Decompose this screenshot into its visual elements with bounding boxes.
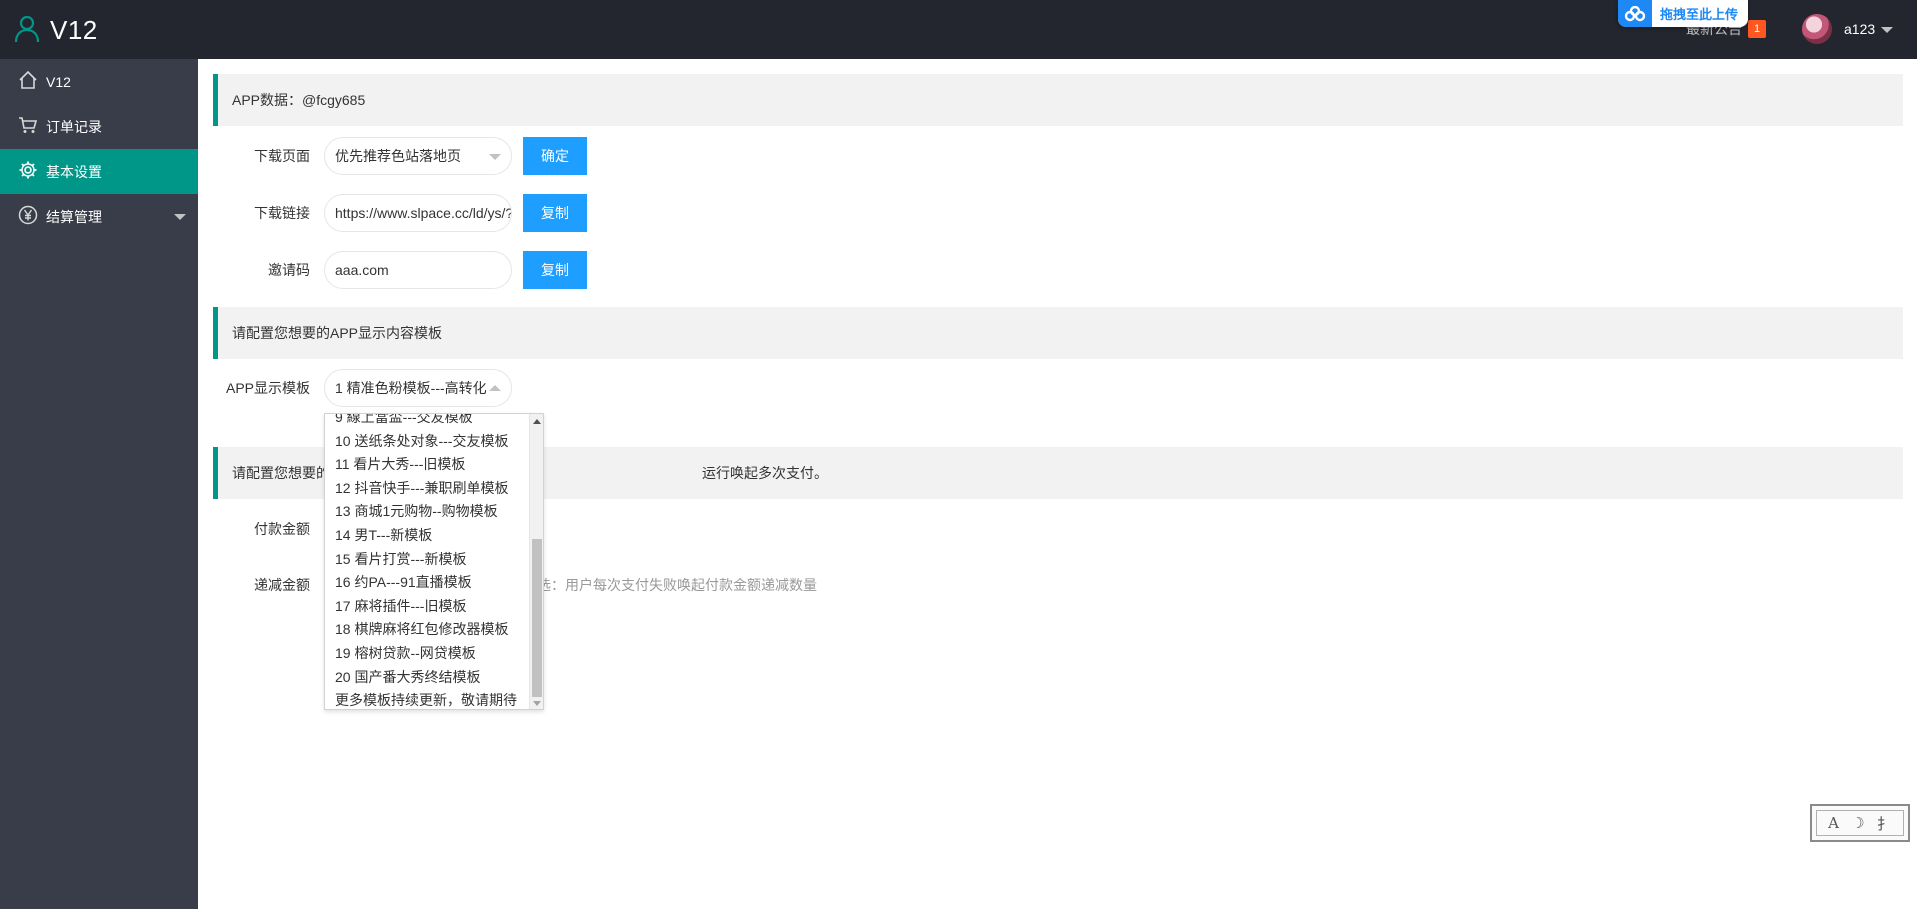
app-data-section-title: APP数据：@fcgy685 <box>213 74 1903 126</box>
user-menu[interactable]: a123 <box>1802 14 1894 44</box>
chevron-down-icon <box>1881 27 1894 33</box>
template-option[interactable]: 15 看片打赏---新模板 <box>325 548 529 572</box>
gear-icon <box>18 160 46 183</box>
chevron-up-icon <box>489 385 501 391</box>
template-option[interactable]: 19 榕树贷款--网贷模板 <box>325 642 529 666</box>
app-template-label: APP显示模板 <box>226 380 311 396</box>
template-option[interactable]: 14 男T---新模板 <box>325 524 529 548</box>
app-template-selected-value: 1 精准色粉模板---高转化 <box>335 380 487 396</box>
template-option[interactable]: 20 国产番大秀终结模板 <box>325 666 529 690</box>
logo[interactable]: V12 <box>14 10 98 50</box>
download-page-label: 下载页面 <box>254 148 310 164</box>
invite-code-field[interactable]: aaa.com <box>324 251 512 289</box>
sidebar-item-label: 结算管理 <box>46 208 102 225</box>
font-style-widget[interactable]: A ☽ ⺘ <box>1810 804 1910 842</box>
copy-link-button[interactable]: 复制 <box>523 194 587 232</box>
drag-upload-label: 拖拽至此上传 <box>1660 7 1739 22</box>
dropdown-scrollbar[interactable] <box>529 414 543 709</box>
template-option[interactable]: 更多模板持续更新，敬请期待 <box>325 689 529 709</box>
template-option[interactable]: 10 送纸条处对象---交友模板 <box>325 430 529 454</box>
download-link-label: 下载链接 <box>254 205 310 221</box>
copy-invite-code-button[interactable]: 复制 <box>523 251 587 289</box>
template-option[interactable]: 9 線上當盃---交友模板 <box>325 414 529 430</box>
section-title-text-start: 请配置您想要的 <box>232 465 330 481</box>
sidebar-item-label: V12 <box>46 73 71 90</box>
avatar <box>1802 14 1832 44</box>
chevron-down-icon <box>174 214 186 220</box>
letter-a-icon: A <box>1828 814 1839 832</box>
template-option[interactable]: 18 棋牌麻将红包修改器模板 <box>325 618 529 642</box>
payment-amount-label: 付款金额 <box>254 521 310 537</box>
scrollbar-thumb[interactable] <box>532 539 542 697</box>
download-page-select[interactable]: 优先推荐色站落地页 <box>324 137 512 175</box>
sidebar-item-label: 基本设置 <box>46 163 102 180</box>
scroll-down-arrow-icon[interactable] <box>533 701 541 706</box>
template-section-title: 请配置您想要的APP显示内容模板 <box>213 307 1903 359</box>
template-options: 9 線上當盃---交友模板 10 送纸条处对象---交友模板 11 看片大秀--… <box>325 414 529 709</box>
cloud-upload-icon <box>1618 0 1652 27</box>
template-dropdown-list[interactable]: 9 線上當盃---交友模板 10 送纸条处对象---交友模板 11 看片大秀--… <box>324 413 544 710</box>
template-option[interactable]: 17 麻将插件---旧模板 <box>325 595 529 619</box>
decrement-amount-label: 递减金额 <box>254 577 310 593</box>
sidebar-item-basic-settings[interactable]: 基本设置 <box>0 149 198 194</box>
download-page-value: 优先推荐色站落地页 <box>335 148 461 164</box>
template-option[interactable]: 16 约PA---91直播模板 <box>325 571 529 595</box>
sidebar-item-orders[interactable]: 订单记录 <box>0 104 198 149</box>
confirm-button[interactable]: 确定 <box>523 137 587 175</box>
sidebar: V12 订单记录 基本设置 结算管理 <box>0 59 198 909</box>
chevron-down-icon <box>489 154 501 160</box>
section-title-text-end: 运行唤起多次支付。 <box>702 465 828 481</box>
download-link-value: https://www.slpace.cc/ld/ys/? <box>335 205 512 221</box>
template-option[interactable]: 11 看片大秀---旧模板 <box>325 453 529 477</box>
invite-code-label: 邀请码 <box>268 262 310 278</box>
logo-text: V12 <box>50 14 98 45</box>
app-template-select[interactable]: 1 精准色粉模板---高转化 <box>324 369 512 407</box>
decrement-hint: 选：用户每次支付失败唤起付款金额递减数量 <box>537 577 817 593</box>
announcement-count-badge: 1 <box>1748 20 1766 38</box>
username: a123 <box>1844 21 1876 37</box>
moon-icon: ☽ <box>1851 814 1865 832</box>
sidebar-item-settlement[interactable]: 结算管理 <box>0 194 198 239</box>
invite-code-value: aaa.com <box>335 262 389 278</box>
drag-upload-badge[interactable]: 拖拽至此上传 <box>1618 0 1748 27</box>
yen-icon <box>18 205 46 228</box>
glyph-icon: ⺘ <box>1876 814 1892 833</box>
cart-icon <box>18 115 46 138</box>
sidebar-item-label: 订单记录 <box>46 118 102 135</box>
download-link-field[interactable]: https://www.slpace.cc/ld/ys/? <box>324 194 512 232</box>
template-option[interactable]: 12 抖音快手---兼职刷单模板 <box>325 477 529 501</box>
template-option[interactable]: 13 商城1元购物--购物模板 <box>325 500 529 524</box>
section-title-text: APP数据：@fcgy685 <box>232 92 366 108</box>
scroll-up-arrow-icon[interactable] <box>533 419 541 424</box>
home-icon <box>18 70 46 93</box>
user-outline-icon <box>14 15 40 46</box>
sidebar-item-home[interactable]: V12 <box>0 59 198 104</box>
section-title-text: 请配置您想要的APP显示内容模板 <box>232 325 443 341</box>
